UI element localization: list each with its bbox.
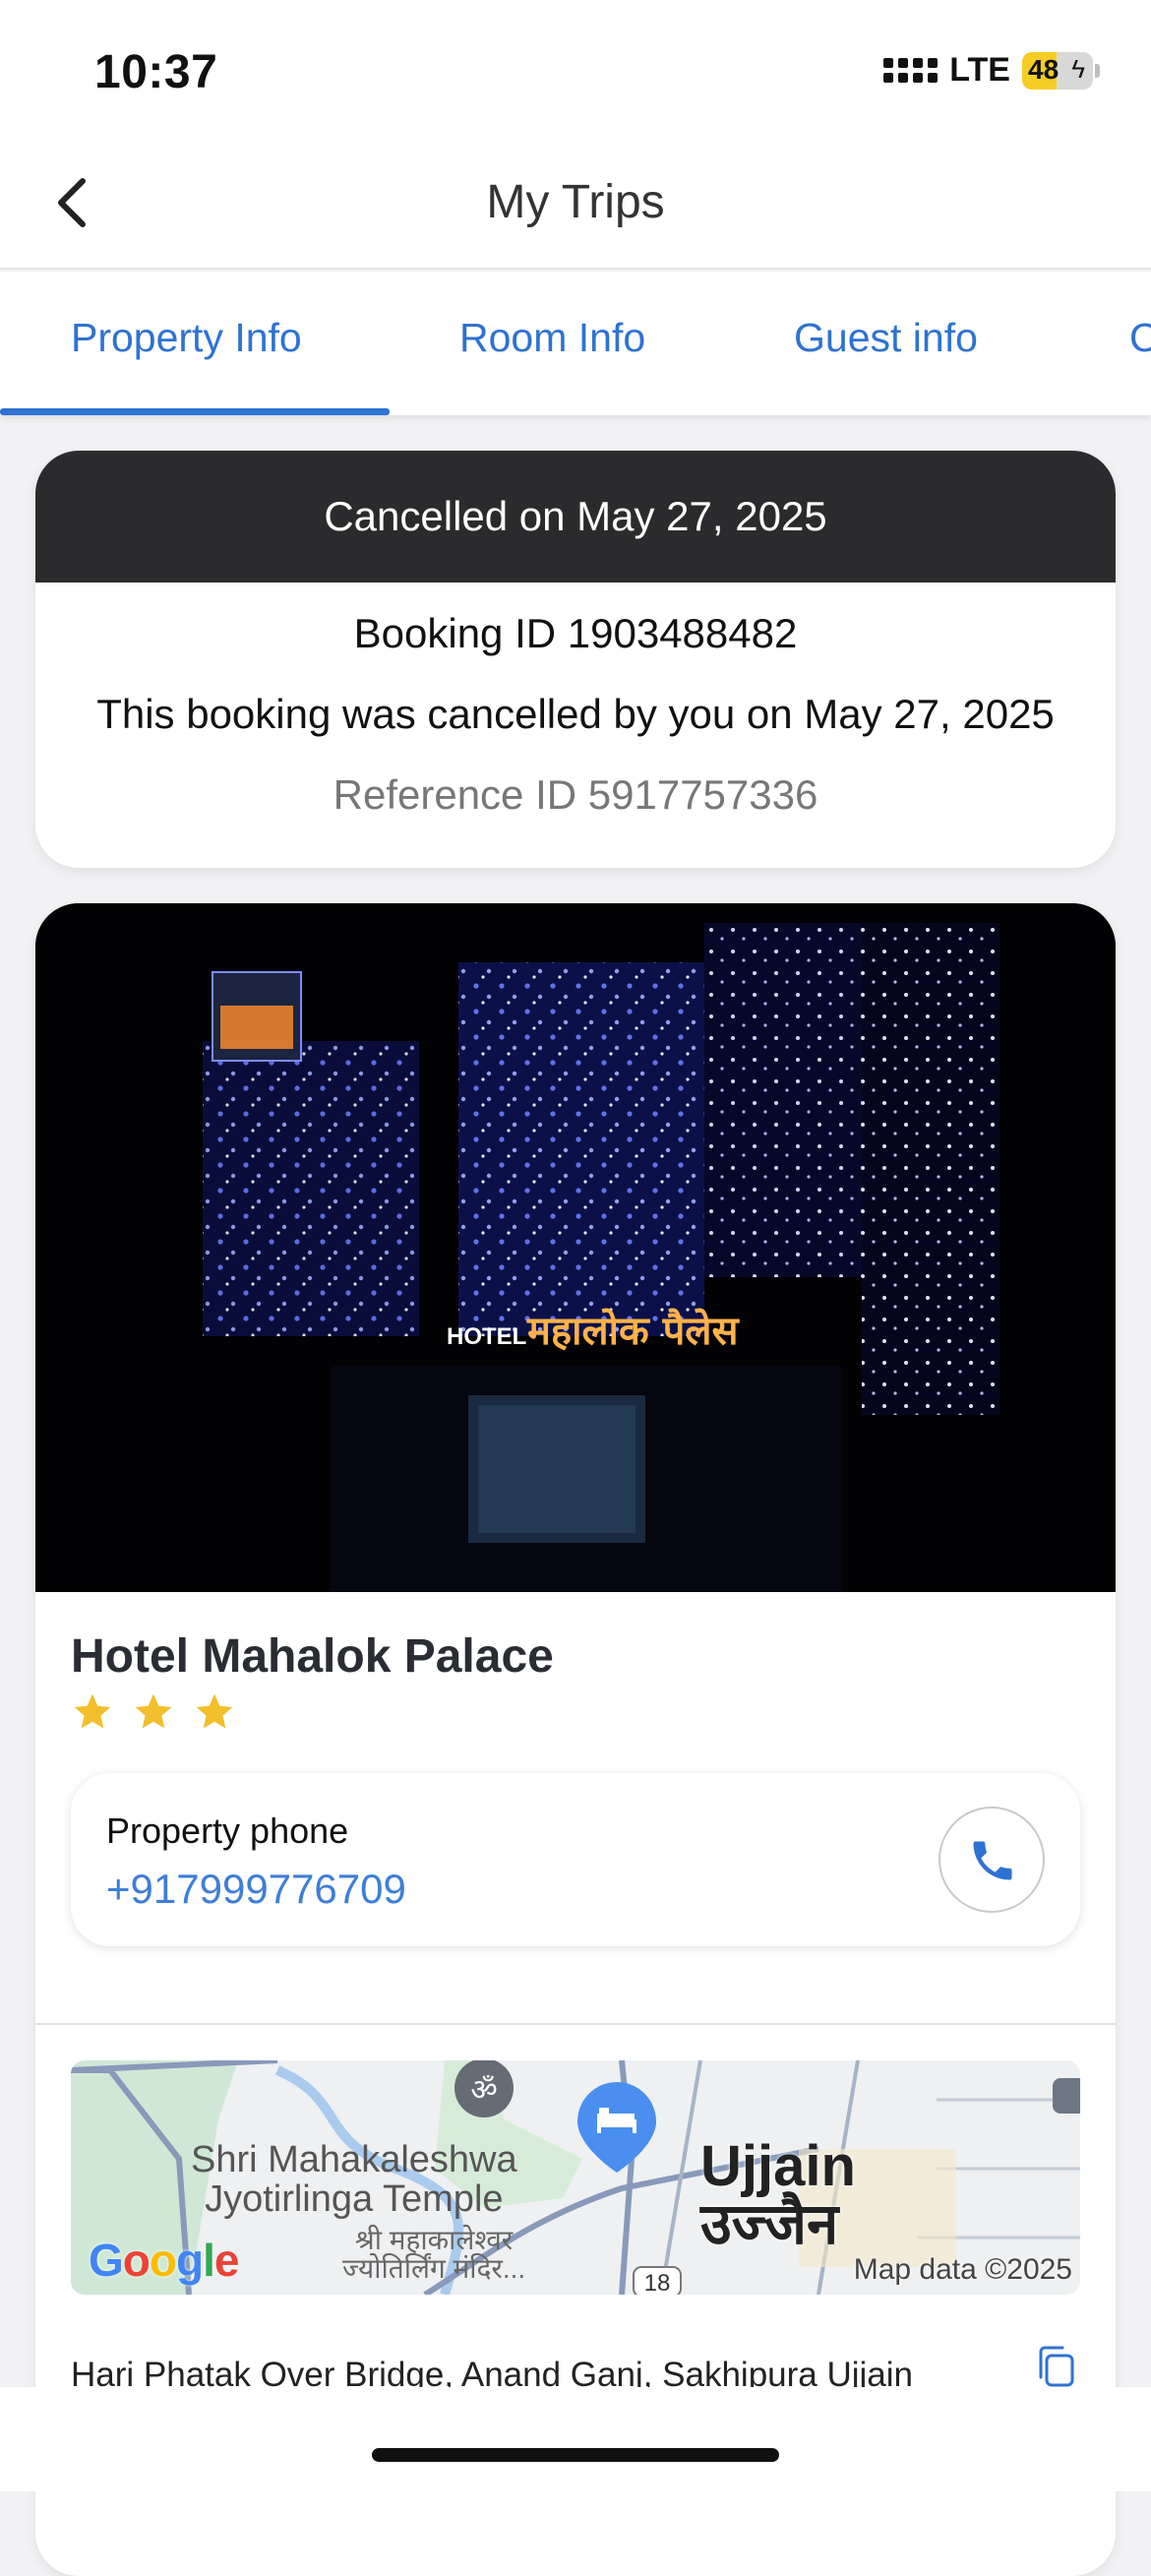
tab-property-info[interactable]: Property Info	[71, 315, 302, 361]
map-place-label: Shri Mahakaleshwa Jyotirlinga Temple	[191, 2139, 517, 2220]
location-map[interactable]: ॐ 18 Shri Mahakaleshwa Jyotirlinga Templ…	[71, 2060, 1080, 2295]
star-icon	[74, 1693, 111, 1729]
status-bar: 10:37 LTE 48 ϟ	[0, 0, 1151, 138]
page-title: My Trips	[486, 176, 665, 228]
hotel-photo[interactable]: HOTEL महालोक पैलेस	[35, 903, 1116, 1592]
phone-icon	[973, 1841, 1012, 1880]
property-phone-box: Property phone +917999776709	[71, 1773, 1080, 1946]
hotel-name: Hotel Mahalok Palace	[71, 1630, 554, 1683]
reference-id: Reference ID 5917757336	[333, 771, 818, 818]
copy-address-button[interactable]	[1031, 2342, 1080, 2391]
tab-guest-info[interactable]: Guest info	[794, 315, 978, 361]
hotel-sign-text: HOTEL	[447, 1323, 526, 1350]
star-icon	[196, 1693, 233, 1729]
active-tab-indicator	[0, 408, 390, 415]
tab-more[interactable]: C	[1129, 315, 1151, 361]
home-indicator[interactable]	[372, 2448, 779, 2462]
bottom-safe-area	[0, 2387, 1151, 2491]
phone-number-link[interactable]: +917999776709	[106, 1866, 406, 1913]
section-divider	[35, 2023, 1116, 2025]
call-button[interactable]	[939, 1807, 1045, 1913]
hotel-card: HOTEL महालोक पैलेस Hotel Mahalok Palace …	[35, 903, 1116, 2576]
phone-label: Property phone	[106, 1810, 349, 1851]
cancellation-card: Cancelled on May 27, 2025 Booking ID 190…	[35, 451, 1116, 868]
temple-pin-icon: ॐ	[470, 2073, 497, 2108]
map-attribution: Map data ©2025	[853, 2253, 1072, 2286]
cancellation-message: This booking was cancelled by you on May…	[96, 691, 1055, 737]
road-number: 18	[644, 2270, 671, 2295]
google-logo: Google	[89, 2235, 239, 2286]
battery-icon: 48 ϟ	[1022, 51, 1093, 90]
map-city-label: Ujjain उज्जैन	[700, 2134, 856, 2257]
tab-room-info[interactable]: Room Info	[459, 315, 645, 361]
battery-percent: 48	[1028, 53, 1060, 85]
star-icon	[135, 1693, 172, 1729]
signal-icon	[883, 58, 939, 83]
hotel-sign-devanagari: महालोक पैलेस	[526, 1308, 740, 1354]
copy-icon	[1039, 2346, 1074, 2387]
cancellation-header: Cancelled on May 27, 2025	[35, 451, 1116, 583]
star-rating	[71, 1690, 236, 1734]
tab-bar: Property Info Room Info Guest info C	[0, 272, 1151, 415]
booking-id: Booking ID 1903488482	[353, 610, 798, 656]
map-place-devanagari: श्री महाकालेश्वर ज्योतिर्लिंग मंदिर...	[342, 2225, 526, 2285]
charging-icon: ϟ	[1071, 53, 1085, 84]
network-type: LTE	[949, 51, 1010, 89]
status-indicators: LTE 48 ϟ	[883, 51, 1100, 90]
status-time: 10:37	[94, 46, 218, 98]
nav-bar: My Trips	[0, 138, 1151, 270]
